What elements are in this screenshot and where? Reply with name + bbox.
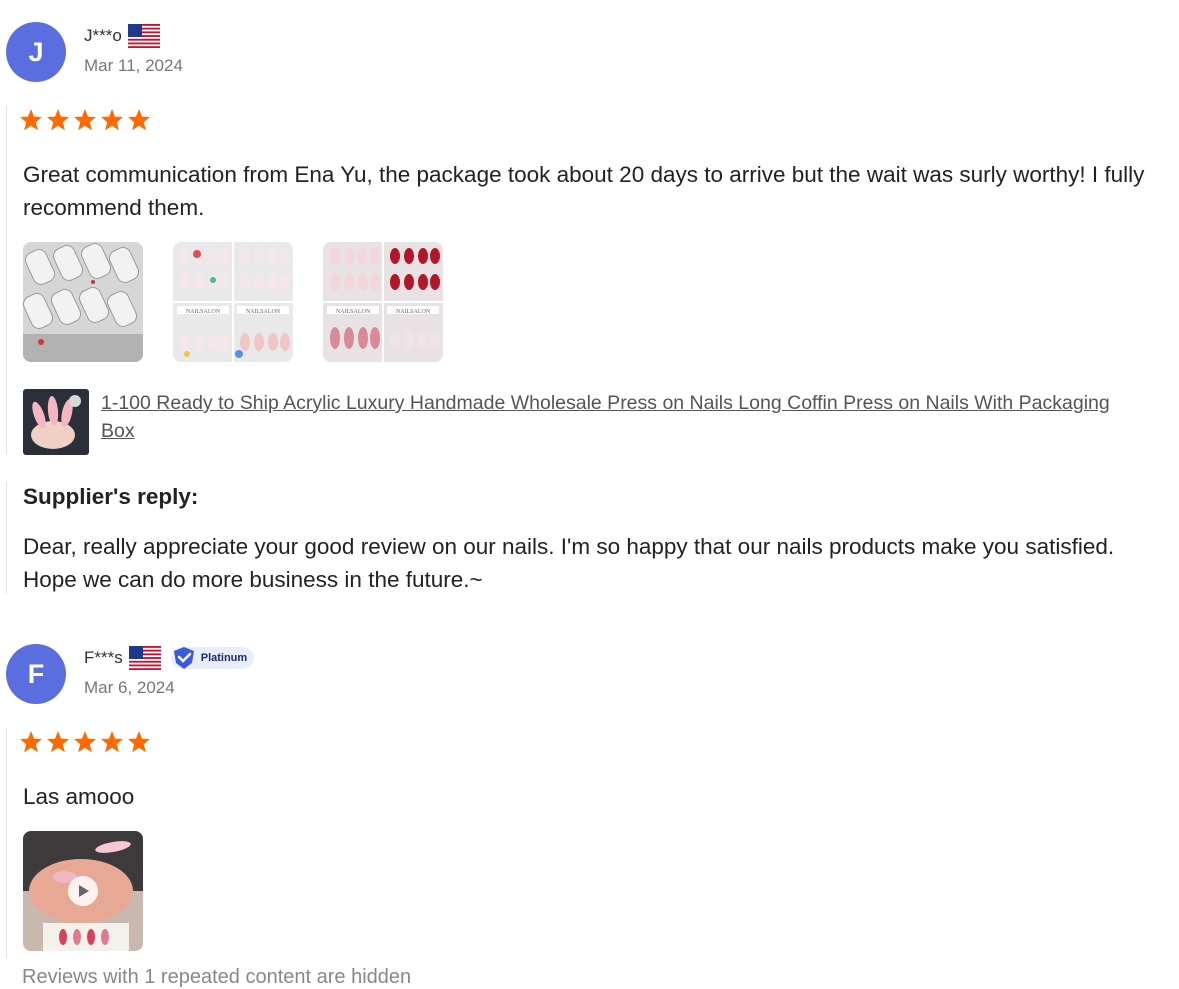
us-flag-icon	[127, 24, 160, 48]
reviewer-name: J***o	[84, 26, 122, 45]
star-icon	[20, 731, 42, 753]
star-icon	[101, 731, 123, 753]
nail-photo-icon	[23, 242, 143, 362]
reviewer-name: F***s	[84, 648, 123, 667]
platinum-badge: Platinum	[170, 647, 255, 669]
star-icon	[101, 109, 123, 131]
product-title-link[interactable]: 1-100 Ready to Ship Acrylic Luxury Handm…	[101, 389, 1141, 445]
review-image-thumbnail[interactable]: NAILSALON NAILSALON	[173, 242, 293, 362]
review-body: Great communication from Ena Yu, the pac…	[6, 106, 1177, 455]
nail-photo-icon: NAILSALON NAILSALON	[173, 242, 293, 362]
hidden-reviews-note: Reviews with 1 repeated content are hidd…	[22, 966, 412, 988]
review-text: Great communication from Ena Yu, the pac…	[23, 162, 1145, 220]
product-image-icon	[23, 389, 89, 455]
reviewer-info: J***o	[84, 24, 160, 48]
review-image-thumbnail[interactable]: NAILSALON NAILSALON	[323, 242, 443, 362]
play-button[interactable]	[68, 876, 98, 906]
supplier-reply-text: Dear, really appreciate your good review…	[23, 534, 1115, 592]
star-icon	[128, 731, 150, 753]
review-date: Mar 6, 2024	[84, 678, 175, 697]
svg-text:NAILSALON: NAILSALON	[396, 309, 431, 315]
supplier-reply-title: Supplier's reply:	[23, 484, 199, 509]
star-icon	[47, 731, 69, 753]
badge-label: Platinum	[200, 652, 248, 664]
verified-check-icon	[173, 647, 194, 669]
svg-text:NAILSALON: NAILSALON	[336, 309, 371, 315]
nail-photo-icon: NAILSALON NAILSALON	[323, 242, 443, 362]
review-date: Mar 11, 2024	[84, 56, 183, 75]
avatar: J	[6, 22, 66, 82]
review-video-thumbnail[interactable]	[23, 831, 143, 951]
play-icon	[79, 885, 89, 897]
product-thumbnail[interactable]	[23, 389, 89, 455]
star-rating	[19, 108, 151, 132]
star-icon	[20, 109, 42, 131]
star-icon	[47, 109, 69, 131]
svg-text:NAILSALON: NAILSALON	[186, 309, 221, 315]
review-images: NAILSALON NAILSALON NAILSALON NAILSALON	[23, 242, 443, 362]
supplier-reply: Supplier's reply: Dear, really appreciat…	[6, 482, 1177, 594]
review-text: Las amooo	[23, 784, 135, 809]
star-icon	[74, 109, 96, 131]
reviewer-info: F***s Platinum	[84, 646, 255, 670]
review-media	[23, 831, 143, 951]
avatar-letter: J	[28, 36, 44, 67]
avatar-letter: F	[27, 658, 45, 689]
avatar: F	[6, 644, 66, 704]
svg-text:NAILSALON: NAILSALON	[246, 309, 281, 315]
star-icon	[128, 109, 150, 131]
star-icon	[74, 731, 96, 753]
review-body: Las amooo	[6, 728, 1177, 958]
star-rating	[19, 730, 151, 754]
review-image-thumbnail[interactable]	[23, 242, 143, 362]
us-flag-icon	[128, 646, 161, 670]
product-link-row: 1-100 Ready to Ship Acrylic Luxury Handm…	[23, 389, 1141, 455]
